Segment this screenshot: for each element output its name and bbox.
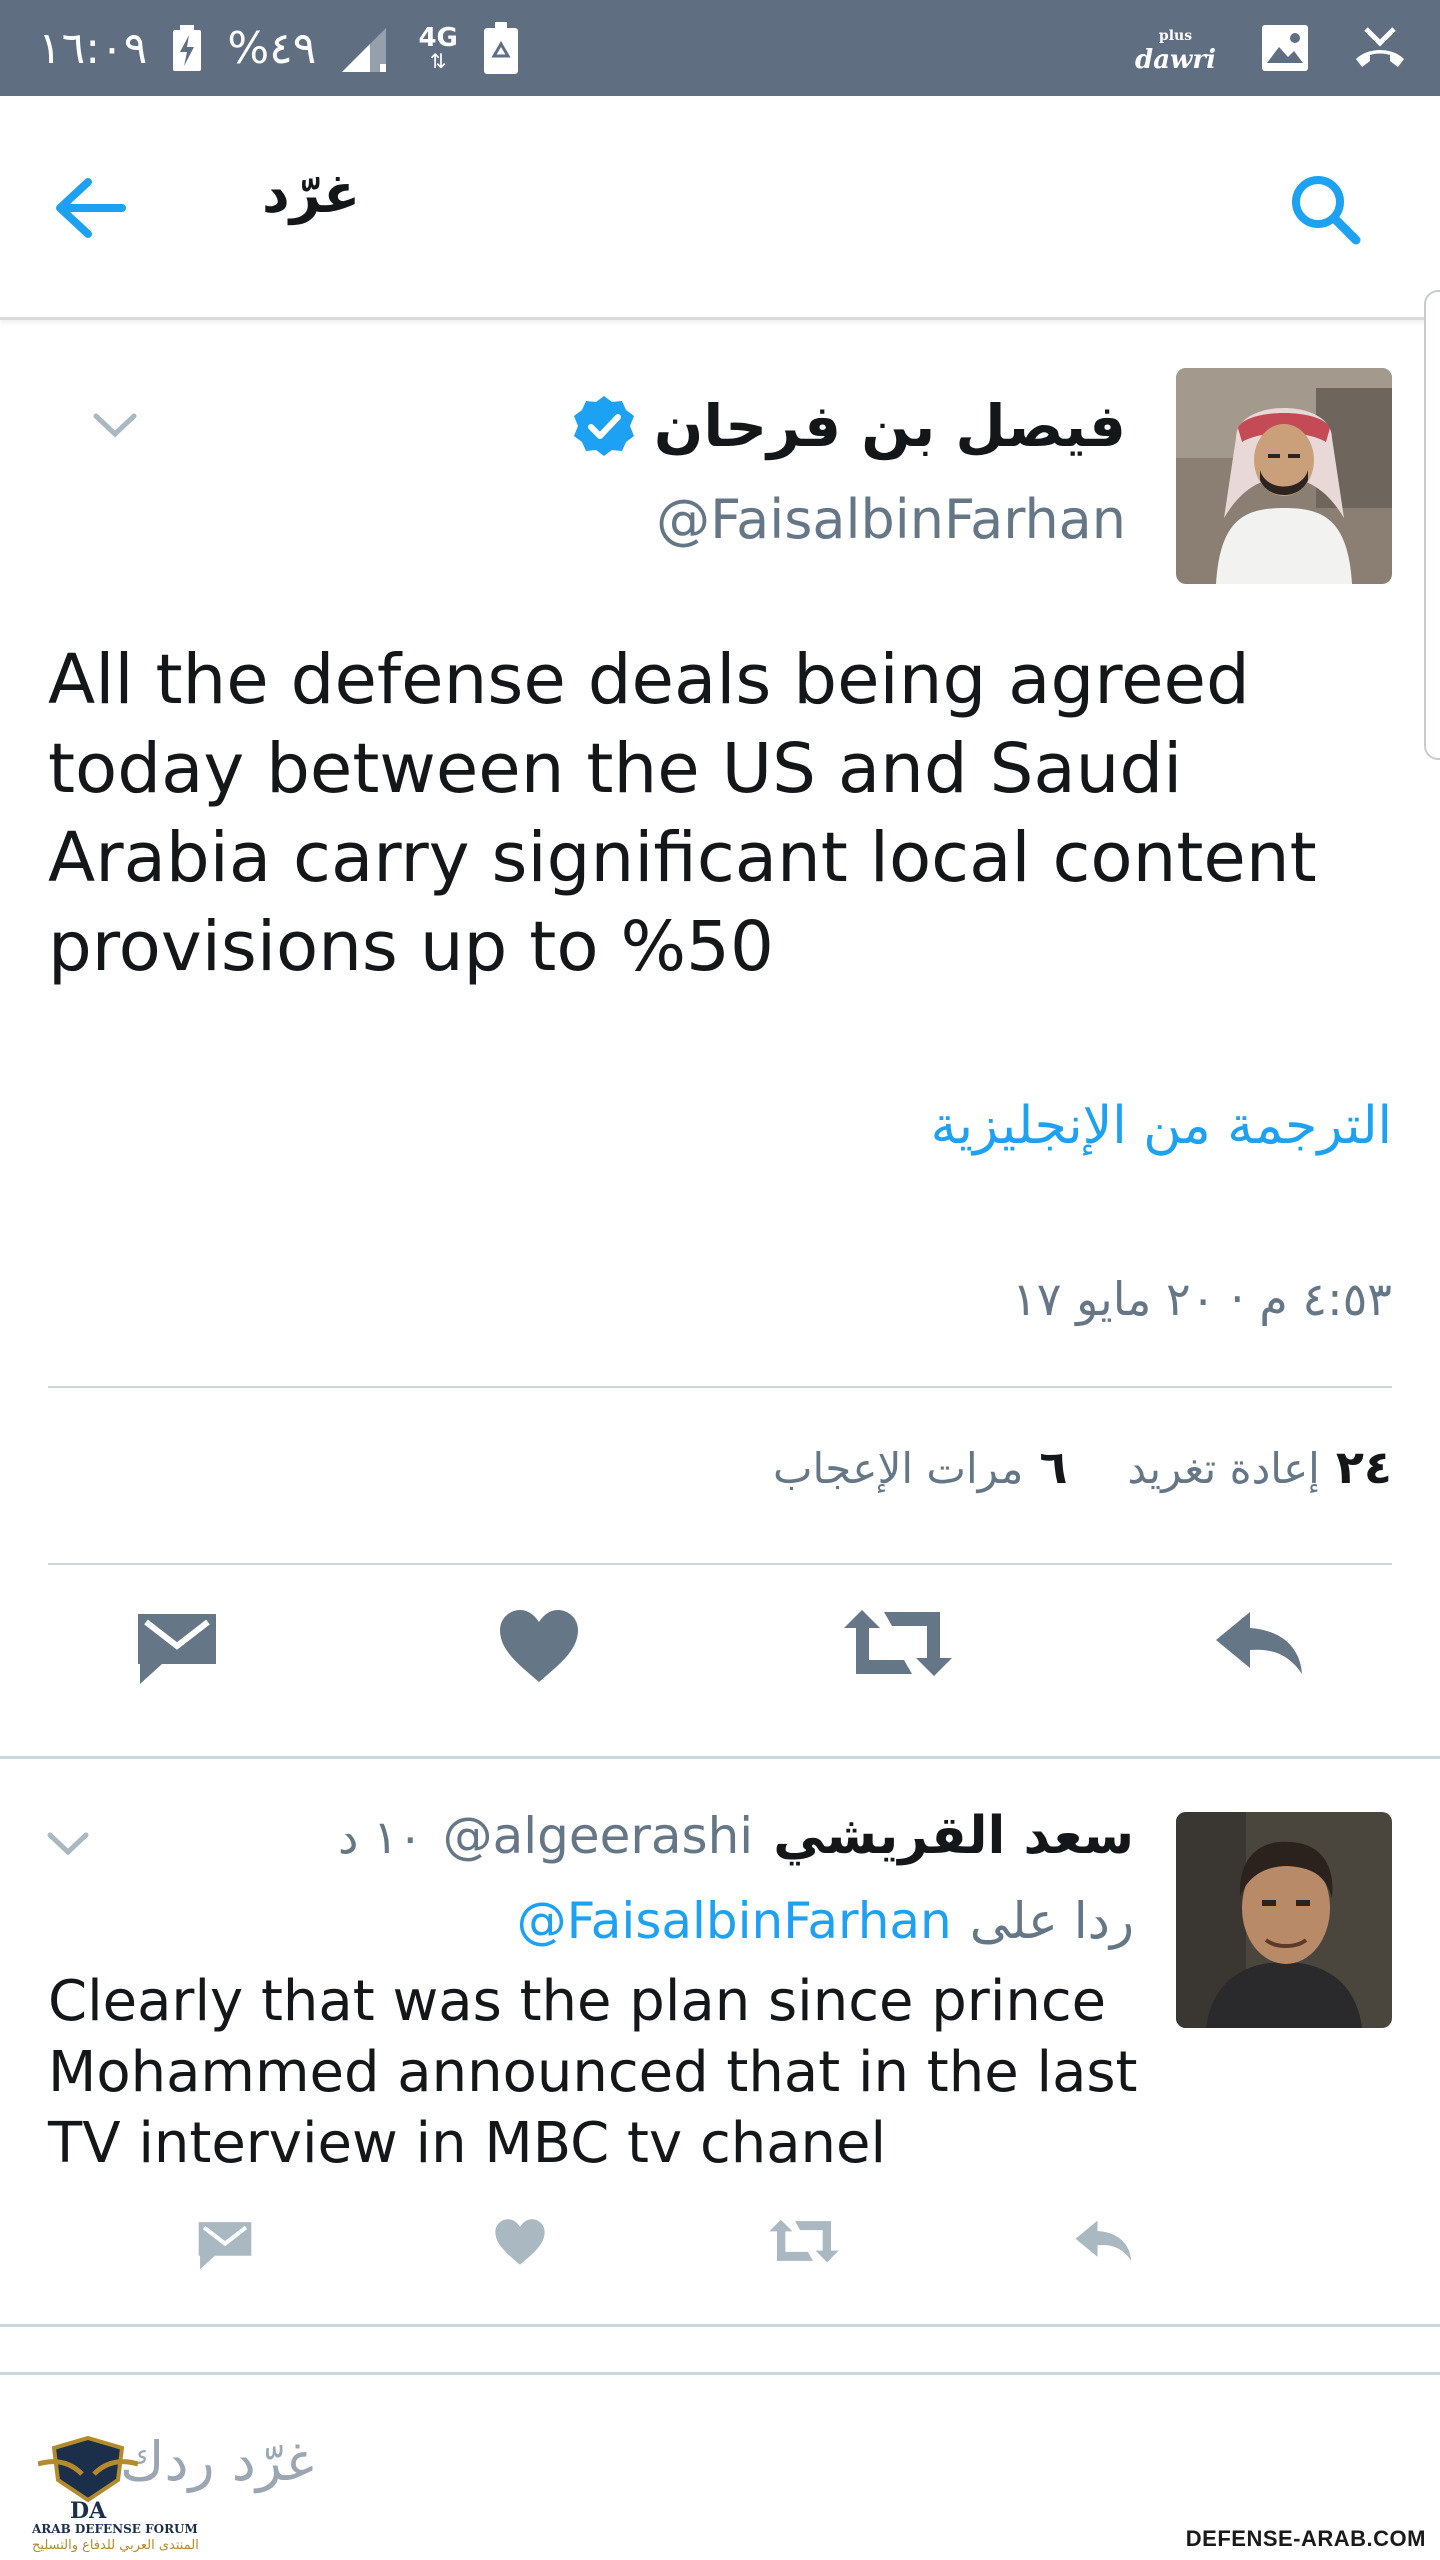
tweet-text: All the defense deals being agreed today… bbox=[48, 640, 1317, 987]
dawri-app-icon: plus dawri bbox=[1135, 24, 1216, 75]
status-bar-left: ١٦:٠٩ %٤٩ 4G ⇅ bbox=[38, 18, 518, 78]
tweet-timestamp: ٤:٥٣ م · ٢٠ مايو ١٧ bbox=[1012, 1272, 1392, 1326]
likes-label: مرات الإعجاب bbox=[772, 1444, 1024, 1493]
network-indicator: 4G ⇅ bbox=[418, 25, 457, 71]
heart-icon bbox=[495, 2219, 545, 2265]
reply-time: ١٠ د bbox=[338, 1810, 423, 1864]
tweet-stats: ٢٤ إعادة تغريد ٦ مرات الإعجاب bbox=[773, 1440, 1392, 1494]
recycle-notification-icon bbox=[483, 22, 518, 74]
retweets-stat[interactable]: ٢٤ إعادة تغريد bbox=[1127, 1440, 1392, 1494]
search-icon bbox=[1292, 176, 1361, 245]
reply-menu-button[interactable] bbox=[46, 1830, 90, 1858]
page-title: غرّد bbox=[262, 162, 361, 225]
app-bar: غرّد bbox=[0, 96, 1440, 320]
image-notification-icon bbox=[1262, 25, 1308, 71]
battery-percent: %٤٩ bbox=[227, 22, 317, 74]
dm-button[interactable] bbox=[134, 1608, 220, 1692]
likes-stat[interactable]: ٦ مرات الإعجاب bbox=[773, 1440, 1067, 1494]
envelope-icon bbox=[198, 2222, 252, 2270]
author-avatar[interactable] bbox=[1176, 368, 1392, 584]
like-button[interactable] bbox=[498, 1608, 580, 1688]
reply-icon bbox=[1216, 1612, 1302, 1674]
tweet-menu-button[interactable] bbox=[92, 410, 138, 440]
reply-header[interactable]: سعد القريشي @algeerashi ١٠ د bbox=[338, 1806, 1134, 1866]
forum-logo: DA ARAB DEFENSE FORUM المنتدى العربي للد… bbox=[8, 2434, 199, 2560]
verified-badge-icon bbox=[572, 394, 636, 458]
status-time: ١٦:٠٩ bbox=[38, 22, 148, 74]
reply-author-avatar[interactable] bbox=[1176, 1812, 1392, 2028]
divider bbox=[48, 1386, 1392, 1388]
signal-icon bbox=[342, 24, 392, 72]
divider bbox=[0, 2372, 1440, 2375]
reply-button[interactable] bbox=[1214, 1608, 1306, 1680]
chevron-down-icon bbox=[47, 1832, 89, 1856]
divider bbox=[48, 1563, 1392, 1565]
reply-actions bbox=[0, 2218, 1440, 2282]
author-name: فيصل بن فرحان bbox=[653, 392, 1126, 460]
arrow-left-icon bbox=[56, 178, 126, 238]
back-button[interactable] bbox=[52, 176, 128, 240]
scrollbar[interactable] bbox=[1424, 290, 1440, 760]
reply-icon bbox=[1075, 2220, 1132, 2261]
heart-icon bbox=[500, 1610, 578, 1682]
forum-logo-arabic: المنتدى العربي للدفاع والتسليح bbox=[32, 2538, 199, 2553]
retweets-label: إعادة تغريد bbox=[1127, 1444, 1320, 1493]
divider bbox=[0, 1756, 1440, 1759]
site-watermark: DEFENSE-ARAB.COM bbox=[1185, 2526, 1426, 2551]
missed-call-icon bbox=[1354, 25, 1406, 71]
reply-author-handle: @algeerashi bbox=[442, 1807, 754, 1865]
retweet-icon bbox=[844, 1610, 952, 1676]
status-bar: ١٦:٠٩ %٤٩ 4G ⇅ plus dawri bbox=[0, 0, 1440, 96]
retweet-button[interactable] bbox=[842, 1608, 954, 1682]
search-button[interactable] bbox=[1288, 172, 1362, 246]
retweets-count: ٢٤ bbox=[1335, 1440, 1392, 1494]
reply-dm-button[interactable] bbox=[196, 2218, 254, 2276]
translate-link[interactable]: الترجمة من الإنجليزية bbox=[931, 1096, 1392, 1156]
tweet-actions bbox=[0, 1608, 1440, 1708]
forum-logo-mark: DA bbox=[70, 2498, 107, 2524]
reply-like-button[interactable] bbox=[494, 2218, 546, 2270]
chevron-down-icon bbox=[93, 413, 137, 438]
likes-count: ٦ bbox=[1039, 1440, 1068, 1494]
author-name-row[interactable]: فيصل بن فرحان bbox=[572, 392, 1126, 460]
reply-reply-button[interactable] bbox=[1074, 2218, 1134, 2266]
divider bbox=[0, 2324, 1440, 2327]
data-arrows-icon: ⇅ bbox=[429, 49, 447, 73]
reply-text: Clearly that was the plan since prince M… bbox=[48, 1969, 1138, 2176]
reply-context: ردا على @FaisalbinFarhan bbox=[517, 1892, 1134, 1950]
reply-author-name: سعد القريشي bbox=[773, 1806, 1134, 1866]
reply-to-mention[interactable]: @FaisalbinFarhan bbox=[517, 1892, 952, 1950]
dawri-label: dawri bbox=[1135, 45, 1216, 75]
retweet-icon bbox=[769, 2219, 839, 2263]
network-type: 4G bbox=[418, 23, 458, 53]
author-handle[interactable]: @FaisalbinFarhan bbox=[656, 488, 1126, 551]
status-bar-right: plus dawri bbox=[1135, 18, 1406, 78]
forum-logo-english: ARAB DEFENSE FORUM bbox=[32, 2522, 198, 2536]
envelope-icon bbox=[138, 1614, 216, 1684]
reply-retweet-button[interactable] bbox=[768, 2218, 840, 2268]
reply-to-label: ردا على bbox=[969, 1892, 1134, 1950]
battery-charging-icon bbox=[173, 25, 202, 71]
